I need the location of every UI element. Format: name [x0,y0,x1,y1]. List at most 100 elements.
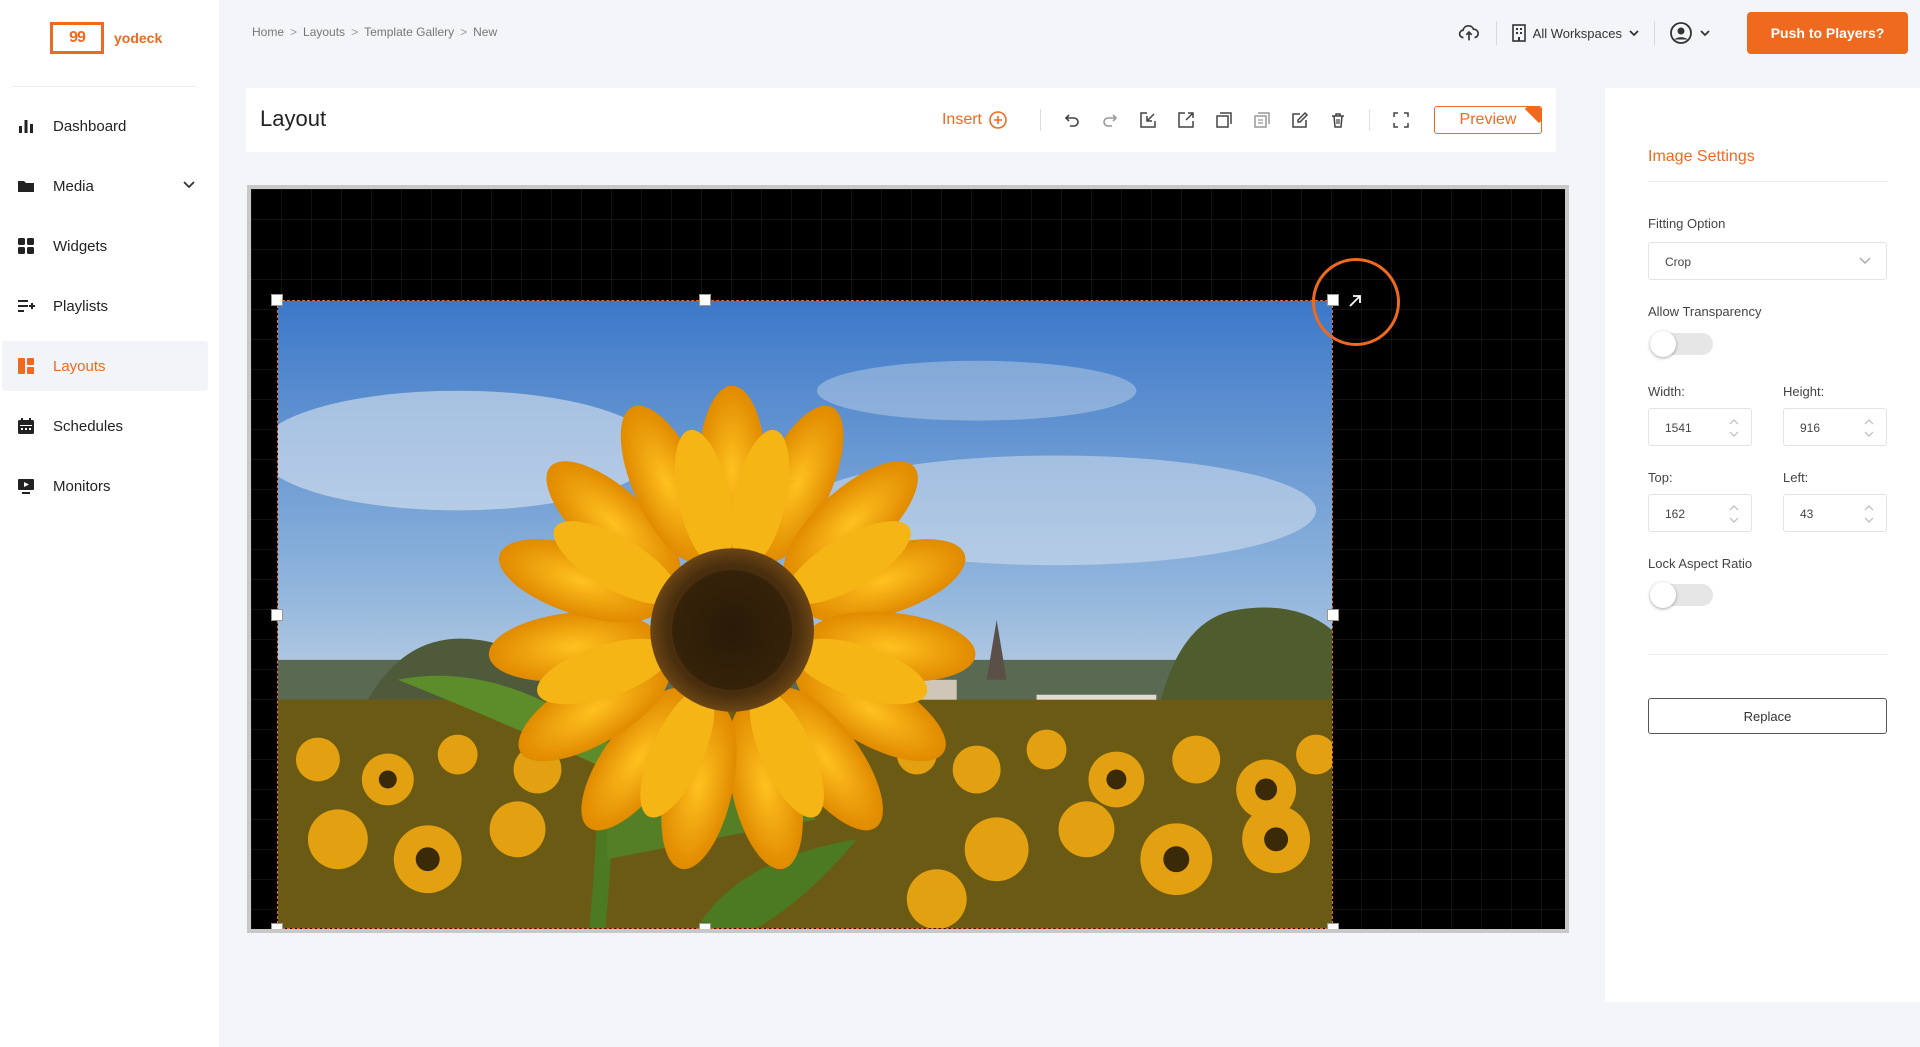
height-label: Height: [1783,384,1825,399]
logo-text: yodeck [114,30,163,46]
sidebar-nav: Dashboard Media Widgets Playlists Layout… [0,101,219,521]
copy-icon [1216,112,1232,128]
import-button[interactable] [1135,107,1161,133]
paste-icon [1254,112,1270,128]
chevron-down-icon [1859,257,1871,265]
allow-transparency-toggle[interactable] [1650,331,1713,357]
breadcrumb-layouts[interactable]: Layouts [303,25,345,39]
push-to-players-button[interactable]: Push to Players? [1747,12,1908,54]
sidebar-item-label: Monitors [53,477,111,495]
allow-transparency-label: Allow Transparency [1648,304,1762,319]
stepper-arrows-icon[interactable] [1729,503,1739,525]
sidebar-item-label: Dashboard [53,117,127,135]
toolbar-divider [1040,109,1041,131]
export-button[interactable] [1173,107,1199,133]
toolbar-divider [1369,109,1370,131]
left-input[interactable]: 43 [1783,494,1887,532]
sidebar-item-playlists[interactable]: Playlists [2,281,208,331]
breadcrumb-current: New [473,25,498,39]
stepper-arrows-icon[interactable] [1864,417,1874,439]
sidebar-item-label: Playlists [53,297,109,315]
width-label: Width: [1648,384,1685,399]
edit-icon [1292,111,1309,128]
fullscreen-button[interactable] [1388,107,1414,133]
resize-handle-left[interactable] [271,609,283,621]
insert-button[interactable]: Insert [942,110,1008,130]
chevron-down-icon[interactable] [182,178,196,192]
chevron-down-icon [1700,30,1710,37]
sidebar: 99 yodeck Dashboard Media Widgets Playli… [0,0,219,1047]
sidebar-item-monitors[interactable]: Monitors [2,461,208,511]
sidebar-item-label: Schedules [53,417,124,435]
preview-ribbon [1524,107,1541,124]
workspace-label: All Workspaces [1532,25,1622,41]
insert-label: Insert [941,111,982,128]
top-input[interactable]: 162 [1648,494,1752,532]
resize-handle-right[interactable] [1327,609,1339,621]
copy-button[interactable] [1211,107,1237,133]
sidebar-item-schedules[interactable]: Schedules [2,401,208,451]
user-menu[interactable] [1669,21,1711,45]
playlist-add-icon [16,296,36,316]
lock-aspect-ratio-toggle[interactable] [1650,582,1713,608]
logo[interactable]: 99 yodeck [50,22,162,54]
resize-handle-bottom-left[interactable] [271,923,283,929]
breadcrumb-template-gallery[interactable]: Template Gallery [364,25,454,39]
monitor-icon [16,476,36,496]
sidebar-item-layouts[interactable]: Layouts [2,341,208,391]
export-icon [1178,112,1194,128]
logo-mark: 99 [50,22,104,54]
topbar: All Workspaces Push to Players? [1456,12,1908,54]
top-label: Top: [1648,470,1673,485]
bar-chart-icon [16,116,36,136]
trash-icon [1332,113,1344,128]
sidebar-divider [12,86,196,87]
delete-button[interactable] [1325,107,1351,133]
topbar-divider [1654,21,1655,45]
workspace-selector[interactable]: All Workspaces [1511,24,1640,42]
layout-canvas[interactable] [251,189,1565,929]
widgets-icon [16,236,36,256]
user-avatar-icon [1670,22,1692,44]
fitting-option-value: Crop [1665,255,1692,269]
preview-button[interactable]: Preview [1434,106,1542,134]
height-value: 916 [1800,421,1821,435]
breadcrumb-separator: > [290,25,298,39]
stepper-arrows-icon[interactable] [1729,417,1739,439]
width-input[interactable]: 1541 [1648,408,1752,446]
layouts-icon [16,356,36,376]
breadcrumb: Home > Layouts > Template Gallery > New [252,25,497,39]
sidebar-item-widgets[interactable]: Widgets [2,221,208,271]
image-element[interactable] [277,300,1333,929]
redo-button[interactable] [1097,107,1123,133]
resize-handle-bottom[interactable] [699,923,711,929]
layout-canvas-frame [247,185,1569,933]
height-input[interactable]: 916 [1783,408,1887,446]
edit-button[interactable] [1287,107,1313,133]
fitting-option-label: Fitting Option [1648,216,1726,231]
fitting-option-select[interactable]: Crop [1648,242,1887,280]
cloud-upload-icon[interactable] [1456,20,1482,46]
left-label: Left: [1783,470,1809,485]
preview-label: Preview [1459,111,1517,128]
calendar-icon [16,416,36,436]
sidebar-item-dashboard[interactable]: Dashboard [2,101,208,151]
paste-button[interactable] [1249,107,1275,133]
sidebar-item-label: Media [53,177,94,195]
resize-handle-top-left[interactable] [271,294,283,306]
breadcrumb-separator: > [351,25,359,39]
expand-arrow-icon[interactable] [1346,292,1364,310]
image-settings-panel: Image Settings Fitting Option Crop Allow… [1605,88,1920,1002]
folder-icon [16,176,36,196]
undo-button[interactable] [1059,107,1085,133]
replace-button[interactable]: Replace [1648,698,1887,734]
resize-handle-top[interactable] [699,294,711,306]
panel-divider [1648,654,1888,655]
stepper-arrows-icon[interactable] [1864,503,1874,525]
sidebar-item-media[interactable]: Media [2,161,208,211]
sidebar-item-label: Widgets [53,237,108,255]
resize-handle-bottom-right[interactable] [1327,923,1339,929]
import-icon [1140,112,1156,128]
breadcrumb-home[interactable]: Home [252,25,284,39]
breadcrumb-separator: > [460,25,468,39]
